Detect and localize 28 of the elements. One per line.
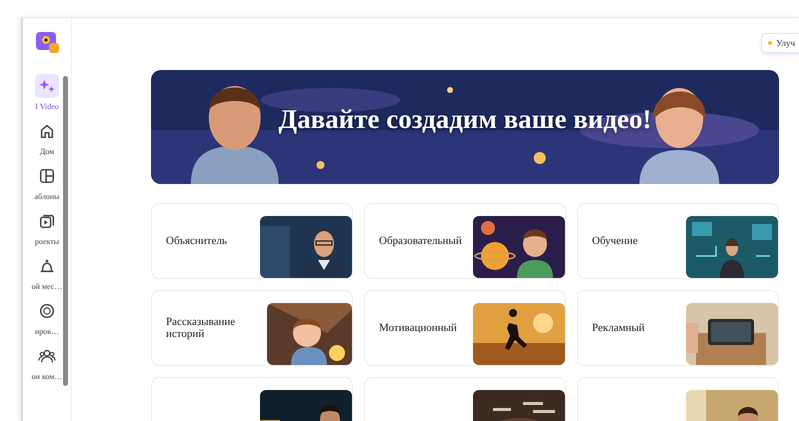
upgrade-button[interactable]: Улуч <box>761 33 799 53</box>
home-icon <box>38 122 56 140</box>
projects-icon <box>38 212 56 230</box>
category-card[interactable]: Образовательный <box>364 203 566 279</box>
sidebar-item[interactable]: ой мес… <box>25 254 69 291</box>
category-card[interactable]: Рассказывание историй <box>151 290 353 366</box>
bell-icon <box>38 257 56 275</box>
category-card[interactable]: Рекламный <box>577 290 779 366</box>
sidebar-item[interactable]: аблоны <box>25 164 69 201</box>
category-label: Мотивационный <box>379 322 457 334</box>
scrollbar[interactable] <box>63 76 68 386</box>
category-label: Образовательный <box>379 235 462 247</box>
category-label: Объяснитель <box>166 235 227 247</box>
category-card[interactable]: Мотивационный <box>364 290 566 366</box>
sidebar-item[interactable]: иров… <box>25 299 69 336</box>
category-card[interactable]: Обучение <box>577 203 779 279</box>
layout-icon <box>38 167 56 185</box>
sidebar-item[interactable]: роекты <box>25 209 69 246</box>
sidebar-item[interactable]: Дом <box>25 119 69 156</box>
category-label: Рекламный <box>592 322 645 334</box>
badge-icon <box>38 302 56 320</box>
banner-title: Давайте создадим ваше видео! <box>278 104 652 135</box>
category-card[interactable]: Объяснитель <box>151 203 353 279</box>
app-logo <box>34 30 60 54</box>
team-icon <box>38 347 56 365</box>
sidebar-item[interactable]: ои ком… <box>25 344 69 381</box>
category-label: Обучение <box>592 235 638 247</box>
category-label: Рассказывание историй <box>166 316 236 340</box>
